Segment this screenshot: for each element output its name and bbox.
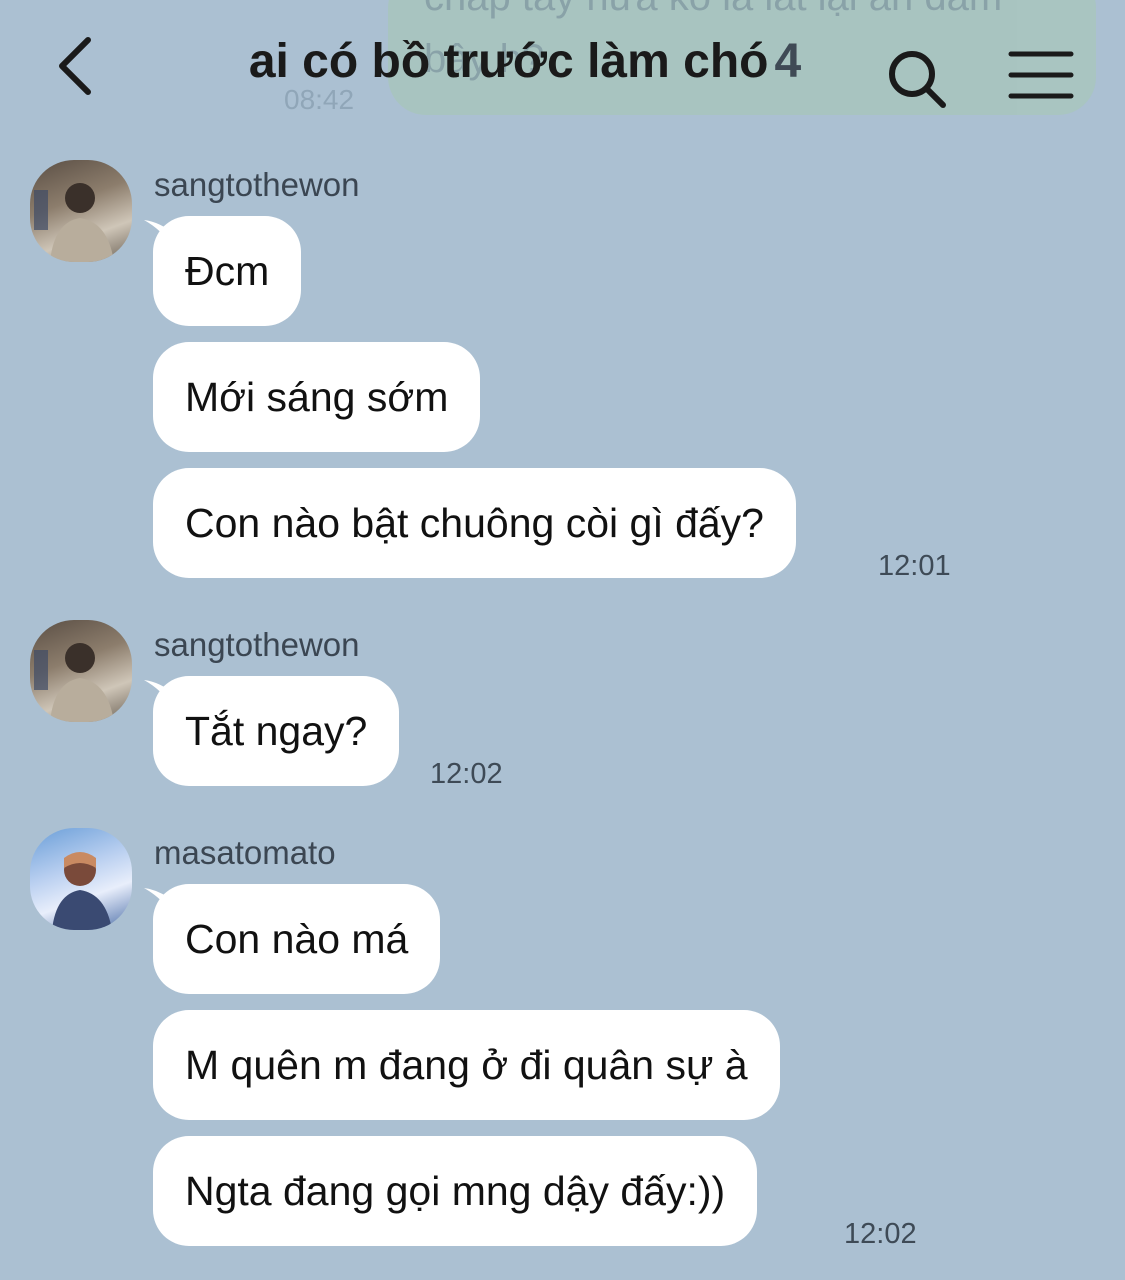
message-bubble[interactable]: Mới sáng sớm	[153, 342, 481, 452]
avatar[interactable]	[30, 828, 132, 930]
avatar[interactable]	[30, 620, 132, 722]
message-bubble[interactable]: Ngta đang gọi mng dậy đấy:))	[153, 1136, 758, 1246]
search-icon	[889, 51, 946, 108]
member-count: 4	[774, 35, 802, 88]
hamburger-menu-icon	[1008, 51, 1074, 99]
message-bubble[interactable]: M quên m đang ở đi quân sự à	[153, 1010, 780, 1120]
back-button[interactable]	[48, 30, 108, 102]
avatar[interactable]	[30, 160, 132, 262]
message-bubble[interactable]: Con nào bật chuông còi gì đấy?	[153, 468, 796, 578]
avatar-image	[52, 852, 112, 930]
chat-title[interactable]: ai có bồ trước làm chó 4	[170, 34, 880, 89]
sender-name[interactable]: masatomato	[154, 834, 336, 872]
menu-button[interactable]	[1008, 50, 1074, 102]
message-bubble[interactable]: Tắt ngay?	[153, 676, 400, 786]
sender-name[interactable]: sangtothewon	[154, 166, 360, 204]
avatar-image	[34, 183, 114, 262]
message-time: 12:01	[878, 550, 951, 582]
avatar-image	[34, 643, 114, 722]
message-time: 12:02	[844, 1218, 917, 1250]
chevron-left-icon	[59, 37, 91, 95]
message-time: 12:02	[430, 758, 503, 790]
message-bubble[interactable]: Đcm	[153, 216, 302, 326]
sender-name[interactable]: sangtothewon	[154, 626, 360, 664]
chat-title-text: ai có bồ trước làm chó	[248, 35, 769, 88]
chat-header: ai có bồ trước làm chó 4	[0, 0, 1125, 135]
message-bubble[interactable]: Con nào má	[153, 884, 441, 994]
search-button[interactable]	[886, 48, 950, 112]
